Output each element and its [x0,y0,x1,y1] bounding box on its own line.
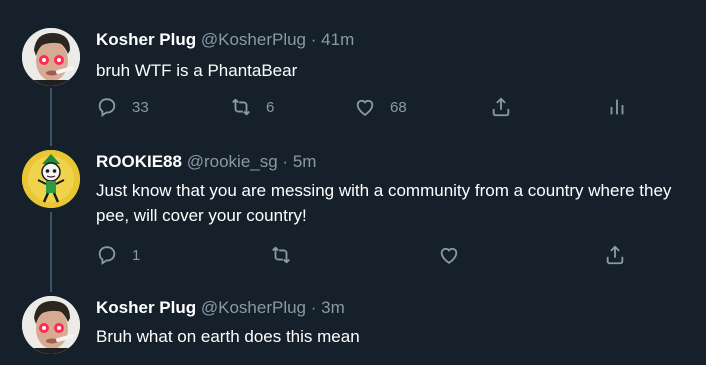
share-icon [606,245,624,265]
like-button[interactable] [438,244,460,266]
tweet-text: Bruh what on earth does this mean [96,327,360,346]
avatar[interactable] [22,28,80,86]
separator-dot: · [282,152,289,171]
display-name[interactable]: ROOKIE88 [96,152,182,171]
timestamp[interactable]: 3m [321,298,345,317]
display-name[interactable]: Kosher Plug [96,298,196,317]
user-handle[interactable]: @KosherPlug [201,30,306,49]
user-handle[interactable]: @rookie_sg [187,152,278,171]
reply-button[interactable]: 1 [96,244,140,266]
reply-count: 1 [132,246,141,264]
share-button[interactable] [604,244,626,266]
reply-icon [98,246,116,266]
separator-dot: · [310,30,317,49]
retweet-button[interactable]: 6 [230,96,274,118]
avatar[interactable] [22,150,80,208]
reply-button[interactable]: 33 [96,96,149,118]
heart-icon [440,247,458,264]
tweet-text: Just know that you are messing with a co… [96,181,672,225]
display-name[interactable]: Kosher Plug [96,30,196,49]
reply-icon [98,98,116,118]
tweet-header: Kosher Plug @KosherPlug · 41m [96,30,354,50]
timestamp[interactable]: 5m [293,152,317,171]
retweet-button[interactable] [270,244,292,266]
heart-icon [356,99,374,116]
timestamp[interactable]: 41m [321,30,354,49]
user-handle[interactable]: @KosherPlug [201,298,306,317]
tweet-actions: 33 6 68 [96,96,636,120]
share-icon [492,97,510,117]
tweet-actions: 1 [96,244,636,268]
tweet-text: bruh WTF is a PhantaBear [96,61,298,80]
analytics-button[interactable] [606,96,628,118]
reply-count: 33 [132,98,149,116]
share-button[interactable] [490,96,512,118]
tweet[interactable]: ROOKIE88 @rookie_sg · 5m Just know that … [0,140,706,290]
like-count: 68 [390,98,407,116]
tweet[interactable]: Kosher Plug @KosherPlug · 3m Bruh what o… [0,290,706,365]
retweet-icon [232,98,250,116]
separator-dot: · [310,298,317,317]
analytics-icon [610,99,624,115]
avatar[interactable] [22,296,80,354]
retweet-icon [272,246,290,264]
retweet-count: 6 [266,98,275,116]
tweet-header: Kosher Plug @KosherPlug · 3m [96,298,345,318]
tweet-header: ROOKIE88 @rookie_sg · 5m [96,152,316,172]
tweet[interactable]: Kosher Plug @KosherPlug · 41m bruh WTF i… [0,0,706,140]
like-button[interactable]: 68 [354,96,407,118]
